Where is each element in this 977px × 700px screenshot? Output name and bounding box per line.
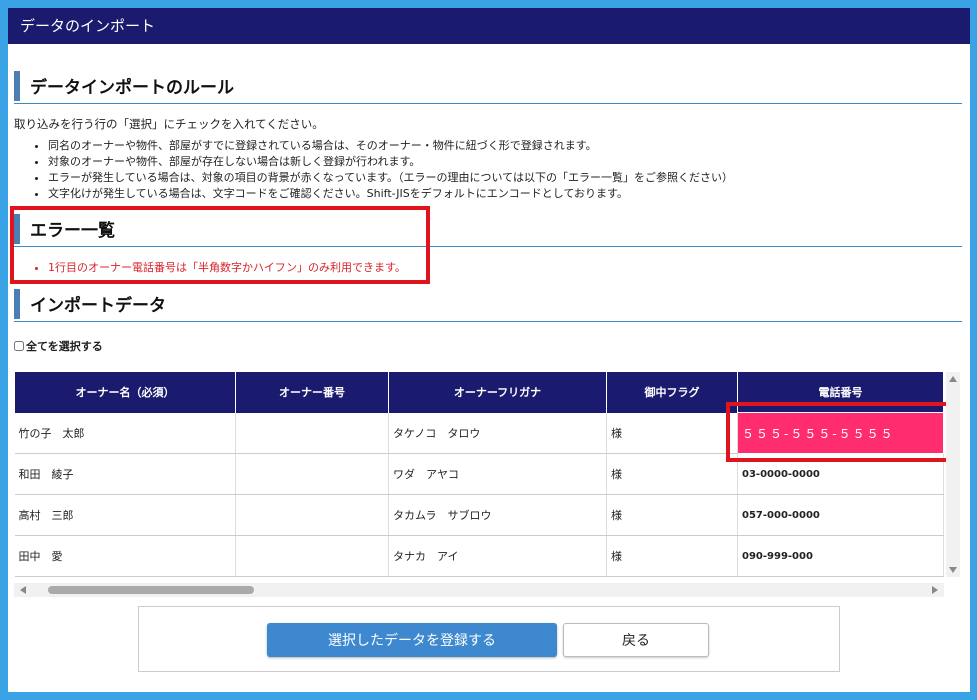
honorific-flag-cell: 様 <box>606 412 738 454</box>
phone-cell: 057-000-0000 <box>737 494 944 536</box>
owner-kana-cell: タナカ アイ <box>388 535 607 577</box>
rules-section-header: データインポートのルール <box>14 70 962 104</box>
owner-kana-cell: タカムラ サブロウ <box>388 494 607 536</box>
action-panel: 選択したデータを登録する 戻る <box>138 606 840 672</box>
window-title: データのインポート <box>8 8 970 44</box>
honorific-flag-cell: 様 <box>606 535 738 577</box>
select-all-label: 全てを選択する <box>26 340 103 353</box>
scroll-left-icon[interactable] <box>20 586 26 594</box>
owner-kana-cell: ワダ アヤコ <box>388 453 607 495</box>
horizontal-scroll-thumb[interactable] <box>48 586 254 594</box>
register-button[interactable]: 選択したデータを登録する <box>267 623 557 657</box>
rules-intro: 取り込みを行う行の「選択」にチェックを入れてください。 <box>14 117 324 131</box>
table-row[interactable]: 高村 三郎 タカムラ サブロウ 様 057-000-0000 <box>14 494 944 536</box>
overflow-cell <box>943 494 944 536</box>
owner-kana-cell: タケノコ タロウ <box>388 412 607 454</box>
select-all-checkbox[interactable] <box>14 341 24 351</box>
import-heading: インポートデータ <box>30 296 166 316</box>
owner-name-cell: 田中 愛 <box>14 535 236 577</box>
owner-name-cell: 高村 三郎 <box>14 494 236 536</box>
owner-name-cell: 和田 綾子 <box>14 453 236 495</box>
honorific-flag-cell: 様 <box>606 453 738 495</box>
scroll-down-icon[interactable] <box>949 567 957 573</box>
phone-cell: 090-999-000 <box>737 535 944 577</box>
owner-number-cell <box>235 412 389 454</box>
rule-item: エラーが発生している場合は、対象の項目の背景が赤くなっています。（エラーの理由に… <box>48 170 733 186</box>
owner-number-cell <box>235 453 389 495</box>
rule-item: 対象のオーナーや物件、部屋が存在しない場合は新しく登録が行われます。 <box>48 154 733 170</box>
column-header: オーナー名（必須） <box>14 372 236 413</box>
table-row[interactable]: 田中 愛 タナカ アイ 様 090-999-000 <box>14 535 944 577</box>
honorific-flag-cell: 様 <box>606 494 738 536</box>
owner-number-cell <box>235 494 389 536</box>
import-section-header: インポートデータ <box>14 288 962 322</box>
scroll-right-icon[interactable] <box>932 586 938 594</box>
overflow-cell <box>943 535 944 577</box>
rule-item: 文字化けが発生している場合は、文字コードをご確認ください。Shift-JISをデ… <box>48 186 733 202</box>
owner-number-cell <box>235 535 389 577</box>
column-header: オーナーフリガナ <box>388 372 607 413</box>
scroll-up-icon[interactable] <box>949 376 957 382</box>
back-button[interactable]: 戻る <box>563 623 709 657</box>
section-accent <box>14 289 20 319</box>
horizontal-scrollbar[interactable] <box>14 583 944 597</box>
owner-name-cell: 竹の子 太郎 <box>14 412 236 454</box>
column-header: 御中フラグ <box>606 372 738 413</box>
rules-list: 同名のオーナーや物件、部屋がすでに登録されている場合は、そのオーナー・物件に紐づ… <box>36 138 733 202</box>
select-all[interactable]: 全てを選択する <box>14 338 103 354</box>
annotation-highlight-phone <box>726 402 952 462</box>
import-window: データのインポート データインポートのルール 取り込みを行う行の「選択」にチェッ… <box>8 8 970 692</box>
annotation-highlight-errors <box>10 206 430 284</box>
rules-heading: データインポートのルール <box>30 78 234 98</box>
vertical-scrollbar[interactable] <box>946 372 960 577</box>
section-accent <box>14 71 20 101</box>
rule-item: 同名のオーナーや物件、部屋がすでに登録されている場合は、そのオーナー・物件に紐づ… <box>48 138 733 154</box>
column-header: オーナー番号 <box>235 372 389 413</box>
